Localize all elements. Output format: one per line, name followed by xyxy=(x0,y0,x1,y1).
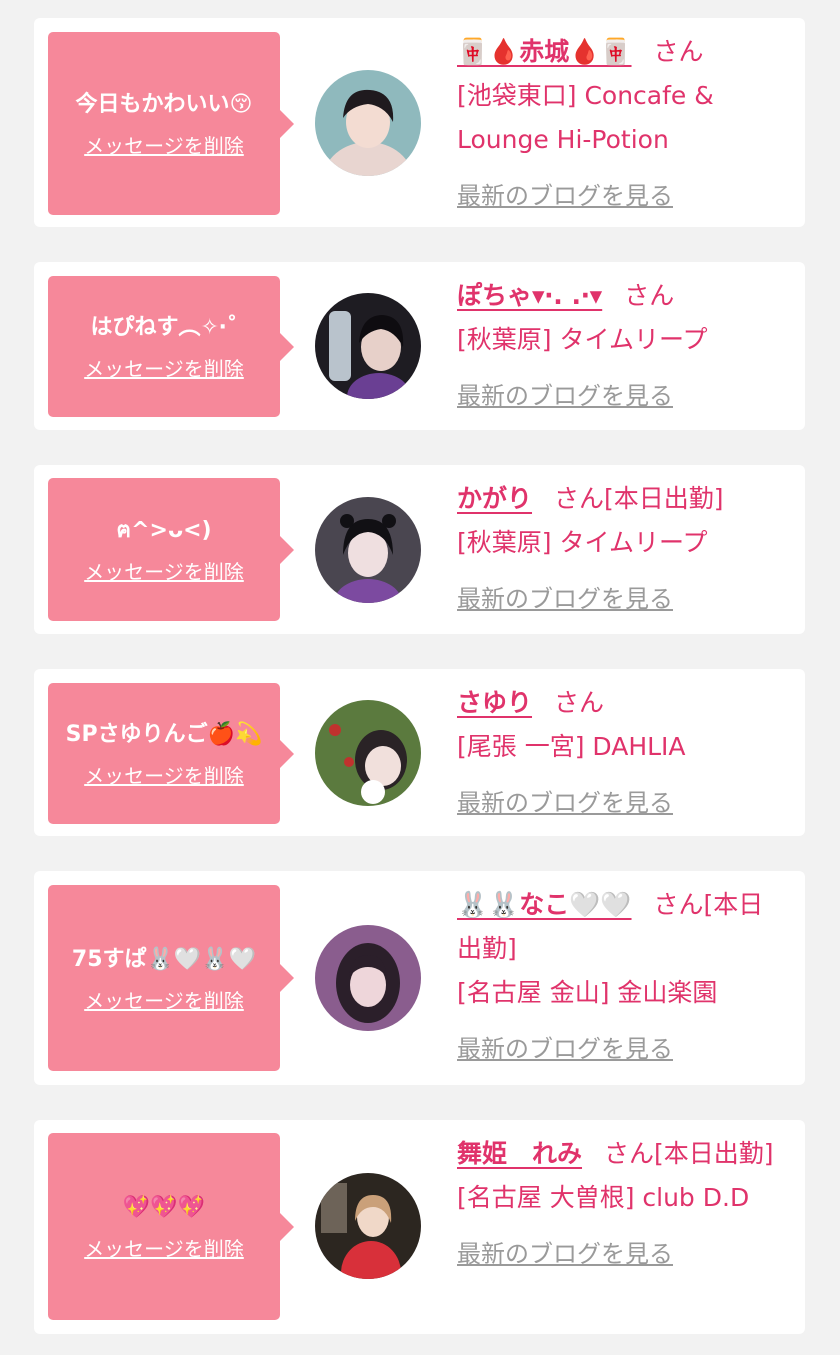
latest-blog-link[interactable]: 最新のブログを見る xyxy=(457,374,673,418)
cast-info: さゆり さん [尾張 一宮] DAHLIA 最新のブログを見る xyxy=(457,681,777,825)
latest-blog-link[interactable]: 最新のブログを見る xyxy=(457,174,673,218)
message-bubble: はぴねす︵✧‧˚ メッセージを削除 xyxy=(48,276,294,417)
cast-info: ぽちゃ▾‧. .‧▾ さん [秋葉原] タイムリープ 最新のブログを見る xyxy=(457,274,777,418)
message-card: 75すぱ🐰🤍🐰🤍 メッセージを削除 🐰🐰なこ🤍🤍 さん[本日出勤] [名古屋 金山… xyxy=(34,871,805,1085)
message-text: はぴねす︵✧‧˚ xyxy=(90,315,238,340)
delete-message-link[interactable]: メッセージを削除 xyxy=(84,1233,244,1262)
delete-message-link[interactable]: メッセージを削除 xyxy=(84,353,244,382)
cast-name-link[interactable]: かがり xyxy=(457,484,532,513)
cast-suffix: さん[本日出勤] xyxy=(554,484,724,513)
avatar[interactable] xyxy=(315,70,421,176)
message-text: 今日もかわいい😚 xyxy=(75,92,253,117)
store-label: [尾張 一宮] DAHLIA xyxy=(457,732,686,761)
avatar[interactable] xyxy=(315,497,421,603)
cast-name-link[interactable]: 舞姫 れみ xyxy=(457,1139,582,1168)
avatar[interactable] xyxy=(315,925,421,1031)
delete-message-link[interactable]: メッセージを削除 xyxy=(84,760,244,789)
message-text: ฅ^>ᴗ<) xyxy=(116,518,212,543)
message-bubble: 今日もかわいい😚 メッセージを削除 xyxy=(48,32,294,215)
store-label: [秋葉原] タイムリープ xyxy=(457,528,708,557)
latest-blog-link[interactable]: 最新のブログを見る xyxy=(457,781,673,825)
store-label: [名古屋 大曽根] club D.D xyxy=(457,1183,750,1212)
latest-blog-link[interactable]: 最新のブログを見る xyxy=(457,577,673,621)
store-label: [秋葉原] タイムリープ xyxy=(457,325,708,354)
message-text: SPさゆりんご🍎💫 xyxy=(65,722,263,747)
cast-suffix: さん xyxy=(653,37,704,66)
message-card: 今日もかわいい😚 メッセージを削除 🀄🩸赤城🩸🀄 さん [池袋東口] Concaf… xyxy=(34,18,805,227)
cast-name-link[interactable]: さゆり xyxy=(457,688,532,717)
message-bubble: 💖💖💖 メッセージを削除 xyxy=(48,1133,294,1320)
delete-message-link[interactable]: メッセージを削除 xyxy=(84,130,244,159)
message-card: 💖💖💖 メッセージを削除 舞姫 れみ さん[本日出勤] [名古屋 大曽根] clu… xyxy=(34,1120,805,1334)
message-text: 75すぱ🐰🤍🐰🤍 xyxy=(71,946,257,972)
cast-info: 🐰🐰なこ🤍🤍 さん[本日出勤] [名古屋 金山] 金山楽園 最新のブログを見る xyxy=(457,883,777,1071)
latest-blog-link[interactable]: 最新のブログを見る xyxy=(457,1232,673,1276)
latest-blog-link[interactable]: 最新のブログを見る xyxy=(457,1027,673,1071)
message-card: SPさゆりんご🍎💫 メッセージを削除 さゆり さん [尾張 一宮] DAHLIA … xyxy=(34,669,805,836)
message-card: はぴねす︵✧‧˚ メッセージを削除 ぽちゃ▾‧. .‧▾ さん [秋葉原] タイム… xyxy=(34,262,805,430)
delete-message-link[interactable]: メッセージを削除 xyxy=(84,556,244,585)
message-card: ฅ^>ᴗ<) メッセージを削除 かがり さん[本日出勤] [秋葉原] タイムリープ… xyxy=(34,465,805,634)
cast-name-link[interactable]: ぽちゃ▾‧. .‧▾ xyxy=(457,281,602,310)
cast-info: 🀄🩸赤城🩸🀄 さん [池袋東口] Concafe & Lounge Hi-Poti… xyxy=(457,30,777,218)
message-bubble: 75すぱ🐰🤍🐰🤍 メッセージを削除 xyxy=(48,885,294,1071)
message-text: 💖💖💖 xyxy=(122,1195,206,1220)
avatar[interactable] xyxy=(315,1173,421,1279)
delete-message-link[interactable]: メッセージを削除 xyxy=(84,985,244,1014)
message-bubble: SPさゆりんご🍎💫 メッセージを削除 xyxy=(48,683,294,824)
cast-suffix: さん xyxy=(624,281,675,310)
cast-info: かがり さん[本日出勤] [秋葉原] タイムリープ 最新のブログを見る xyxy=(457,477,777,621)
avatar[interactable] xyxy=(315,293,421,399)
store-label: [池袋東口] Concafe & Lounge Hi-Potion xyxy=(457,81,714,154)
cast-suffix: さん[本日出勤] xyxy=(604,1139,774,1168)
avatar[interactable] xyxy=(315,700,421,806)
cast-suffix: さん xyxy=(554,688,605,717)
message-bubble: ฅ^>ᴗ<) メッセージを削除 xyxy=(48,478,294,621)
cast-name-link[interactable]: 🀄🩸赤城🩸🀄 xyxy=(457,37,632,66)
message-list: 今日もかわいい😚 メッセージを削除 🀄🩸赤城🩸🀄 さん [池袋東口] Concaf… xyxy=(0,0,840,1355)
cast-name-link[interactable]: 🐰🐰なこ🤍🤍 xyxy=(457,890,632,919)
cast-info: 舞姫 れみ さん[本日出勤] [名古屋 大曽根] club D.D 最新のブログを… xyxy=(457,1132,777,1276)
store-label: [名古屋 金山] 金山楽園 xyxy=(457,978,718,1007)
